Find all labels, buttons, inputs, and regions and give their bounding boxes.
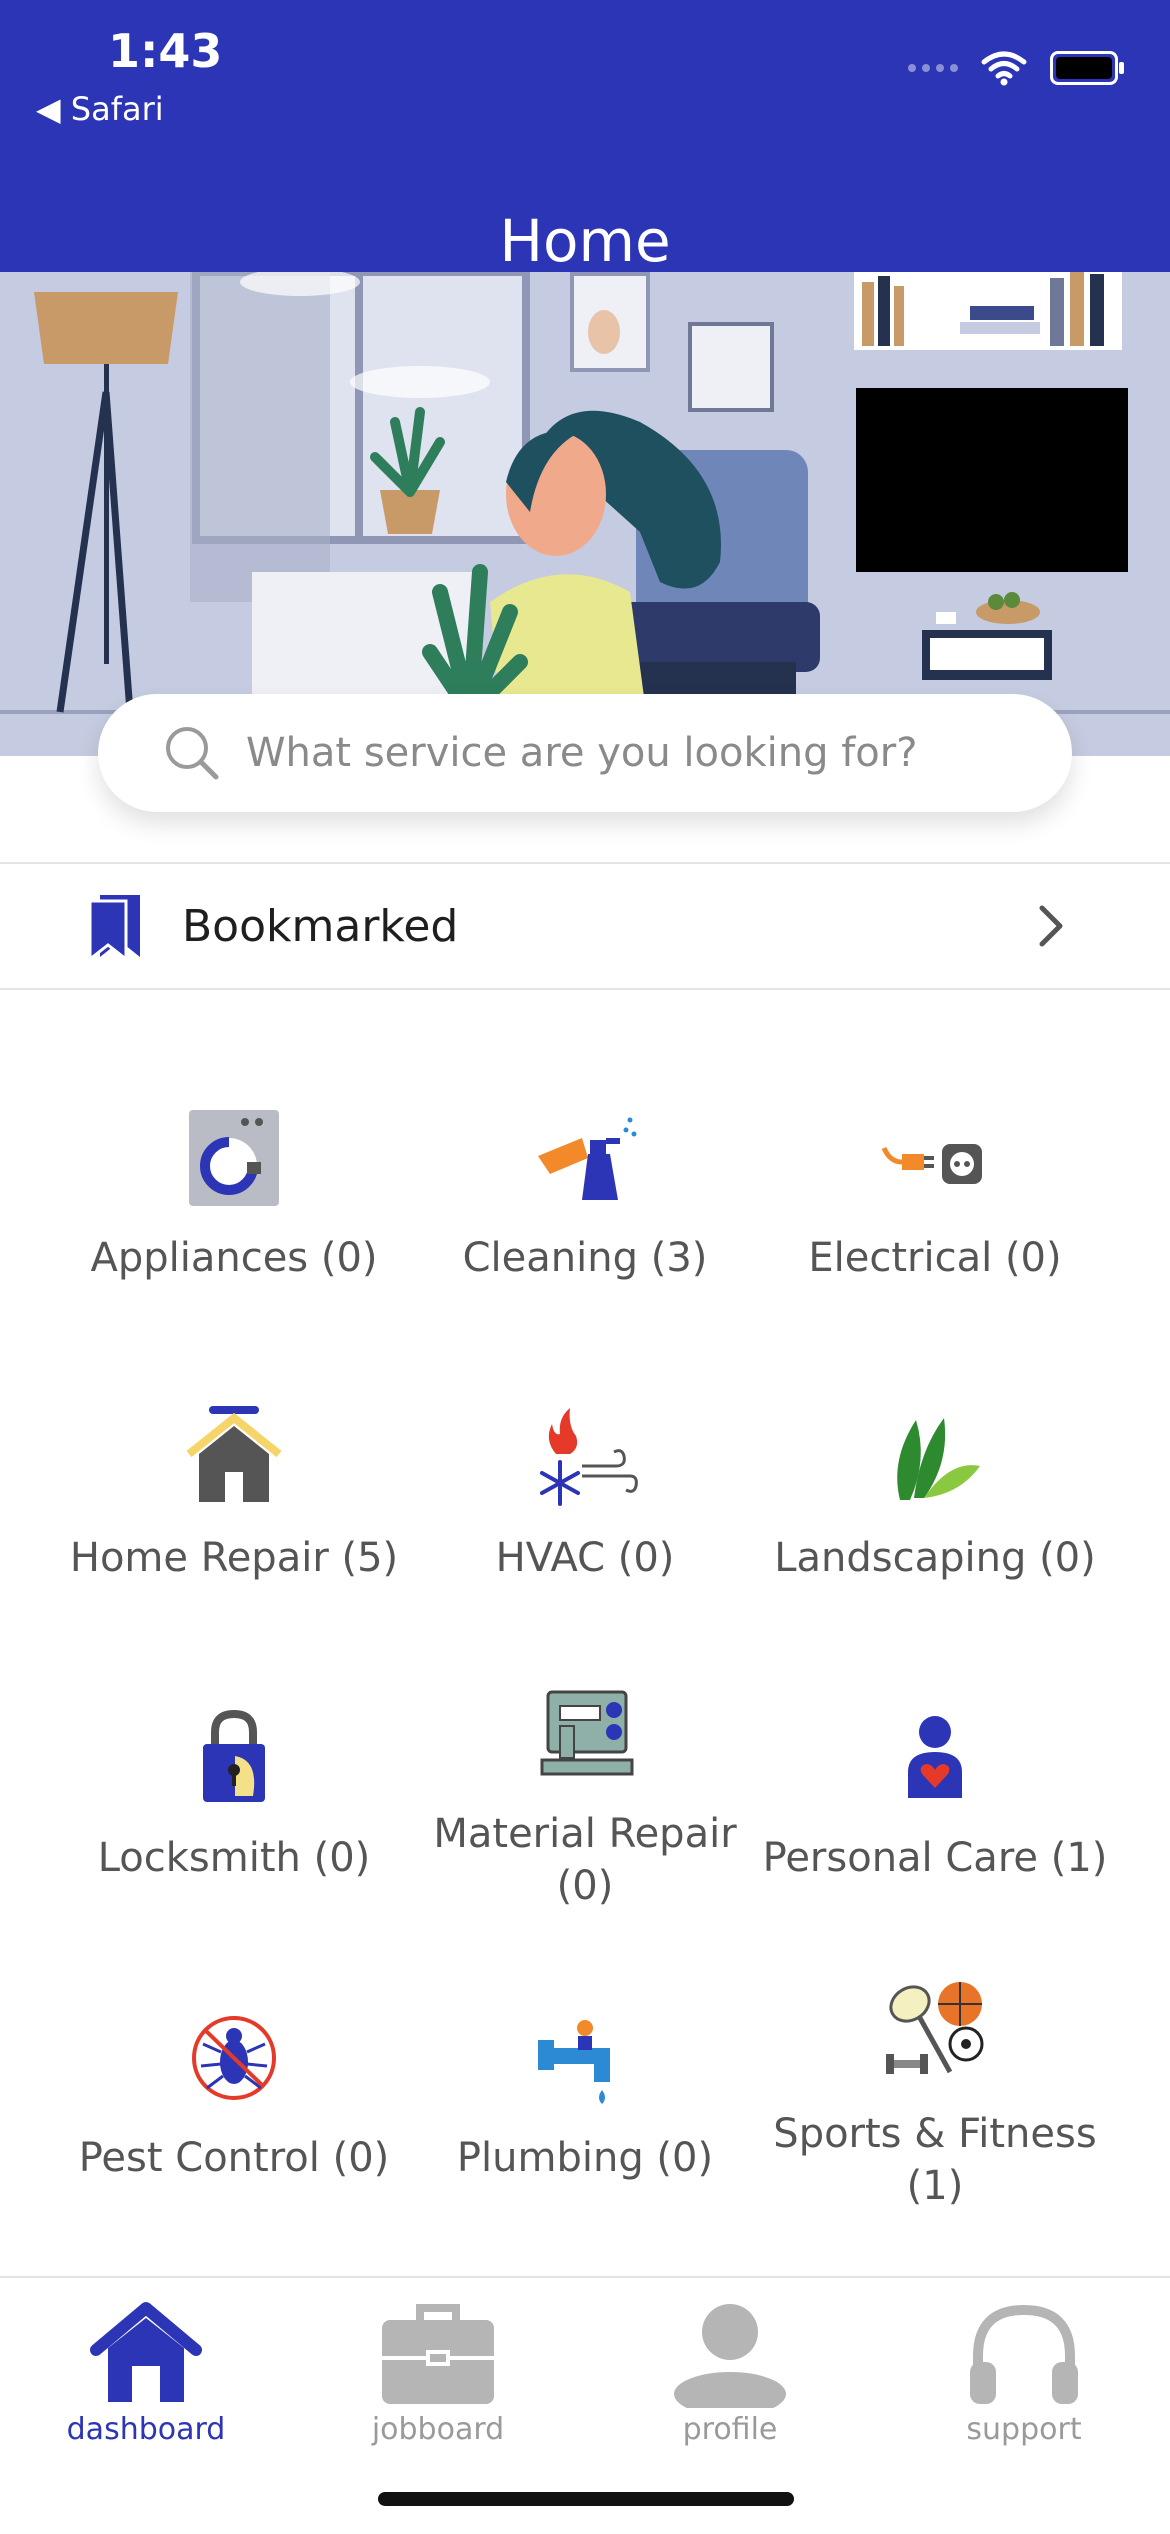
category-landscaping[interactable]: Landscaping (0) xyxy=(755,1400,1115,1584)
category-label: Landscaping (0) xyxy=(774,1535,1096,1581)
battery-icon xyxy=(1050,51,1124,85)
headphones-icon xyxy=(970,2304,1078,2404)
category-appliances[interactable]: Appliances (0) xyxy=(54,1100,414,1284)
category-label: Personal Care (1) xyxy=(762,1835,1108,1881)
bookmark-icon xyxy=(88,895,140,961)
briefcase-icon xyxy=(382,2304,494,2404)
category-sports-fitness[interactable]: Sports & Fitness (1) xyxy=(755,1976,1115,2212)
heat-cool-air-icon xyxy=(540,1408,638,1506)
sewing-machine-icon xyxy=(540,1690,634,1776)
tab-profile[interactable]: profile xyxy=(620,2298,840,2447)
person-heart-icon xyxy=(908,1716,962,1798)
category-pest-control[interactable]: Pest Control (0) xyxy=(54,2000,414,2184)
washing-machine-icon xyxy=(189,1110,279,1206)
category-label: Material Repair (0) xyxy=(433,1811,737,1909)
category-cleaning[interactable]: Cleaning (3) xyxy=(405,1100,765,1284)
category-home-repair[interactable]: Home Repair (5) xyxy=(54,1400,414,1584)
tab-support[interactable]: support xyxy=(914,2298,1134,2447)
plug-outlet-icon xyxy=(881,1144,982,1184)
category-label: Locksmith (0) xyxy=(97,1835,371,1881)
category-label: Sports & Fitness (1) xyxy=(773,2111,1097,2209)
status-time: 1:43 xyxy=(108,24,223,78)
tab-label: dashboard xyxy=(66,2412,226,2447)
tab-dashboard[interactable]: dashboard xyxy=(36,2298,256,2447)
faucet-icon xyxy=(538,2020,610,2104)
padlock-icon xyxy=(203,1709,265,1802)
category-hvac[interactable]: HVAC (0) xyxy=(405,1400,765,1584)
category-label: Plumbing (0) xyxy=(456,2135,714,2181)
tab-label: profile xyxy=(682,2412,778,2447)
tab-jobboard[interactable]: jobboard xyxy=(328,2298,548,2447)
no-bugs-icon xyxy=(192,2016,276,2100)
search-placeholder: What service are you looking for? xyxy=(246,730,918,776)
home-indicator xyxy=(378,2492,794,2506)
bookmarked-row[interactable]: Bookmarked xyxy=(0,862,1170,990)
category-locksmith[interactable]: Locksmith (0) xyxy=(54,1700,414,1884)
chevron-right-icon xyxy=(1039,905,1063,947)
signal-icon xyxy=(908,64,958,72)
category-label: HVAC (0) xyxy=(495,1535,675,1581)
back-to-safari-link[interactable]: ◀ Safari xyxy=(36,90,164,128)
wifi-icon xyxy=(981,51,1027,86)
tab-label: jobboard xyxy=(371,2412,505,2447)
hero-illustration xyxy=(0,272,1170,756)
bottom-tab-bar: dashboard jobboard profile support xyxy=(0,2276,1170,2534)
person-icon xyxy=(674,2304,786,2408)
category-label: Pest Control (0) xyxy=(78,2135,390,2181)
search-bar[interactable]: What service are you looking for? xyxy=(98,694,1072,812)
page-title: Home xyxy=(499,206,671,275)
living-room-illustration xyxy=(0,272,1170,756)
status-icons xyxy=(908,50,1124,86)
house-icon xyxy=(90,2302,202,2402)
category-personal-care[interactable]: Personal Care (1) xyxy=(755,1700,1115,1884)
category-label: Electrical (0) xyxy=(808,1235,1062,1281)
category-material-repair[interactable]: Material Repair (0) xyxy=(405,1676,765,1912)
category-label: Home Repair (5) xyxy=(69,1535,399,1581)
category-label: Cleaning (3) xyxy=(462,1235,708,1281)
category-electrical[interactable]: Electrical (0) xyxy=(755,1100,1115,1284)
leaves-icon xyxy=(897,1418,980,1500)
category-plumbing[interactable]: Plumbing (0) xyxy=(405,2000,765,2184)
search-icon xyxy=(166,727,219,780)
bookmarked-label: Bookmarked xyxy=(182,900,459,952)
spray-bottle-icon xyxy=(538,1117,637,1200)
sports-balls-icon xyxy=(886,1982,984,2074)
house-wrench-icon xyxy=(186,1406,282,1502)
tab-label: support xyxy=(966,2412,1082,2447)
category-label: Appliances (0) xyxy=(90,1235,378,1281)
app-header: 1:43 ◀ Safari Home xyxy=(0,0,1170,275)
